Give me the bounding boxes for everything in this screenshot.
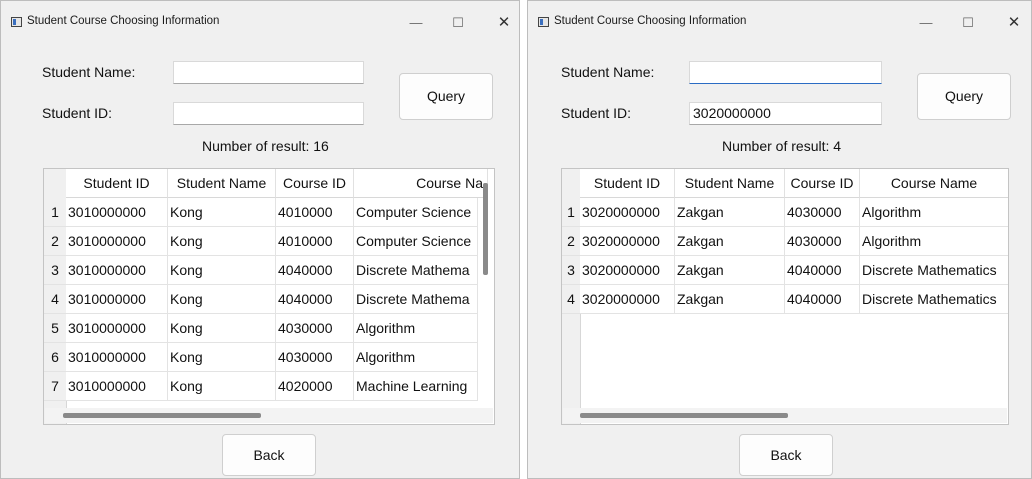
cell-course-id[interactable]: 4030000 [785, 227, 860, 256]
maximize-button[interactable]: ☐ [441, 9, 475, 37]
right-window: Student Course Choosing Information — ☐ … [527, 0, 1032, 479]
cell-student-name[interactable]: Zakgan [675, 227, 785, 256]
cell-course-id[interactable]: 4030000 [785, 198, 860, 227]
cell-course-name[interactable]: Algorithm [354, 343, 478, 372]
cell-course-name[interactable]: Discrete Mathema [354, 285, 478, 314]
cell-student-id[interactable]: 3020000000 [580, 227, 675, 256]
cell-course-name[interactable]: Algorithm [860, 227, 1008, 256]
cell-student-name[interactable]: Zakgan [675, 198, 785, 227]
row-number: 1 [44, 198, 66, 227]
cell-course-id[interactable]: 4040000 [785, 256, 860, 285]
cell-course-name[interactable]: Discrete Mathematics [860, 256, 1008, 285]
column-header-student-id[interactable]: Student ID [580, 169, 675, 198]
column-header-student-name[interactable]: Student Name [168, 169, 276, 198]
cell-student-id[interactable]: 3020000000 [580, 285, 675, 314]
query-button[interactable]: Query [399, 73, 493, 120]
horizontal-scrollbar[interactable] [563, 408, 1007, 423]
result-count: Number of result: 16 [202, 138, 329, 154]
cell-course-id[interactable]: 4010000 [276, 227, 354, 256]
cell-student-name[interactable]: Kong [168, 198, 276, 227]
cell-student-id[interactable]: 3010000000 [66, 227, 168, 256]
student-name-input[interactable] [173, 61, 364, 84]
vertical-scroll-thumb[interactable] [483, 183, 488, 275]
app-window-icon [11, 17, 22, 27]
column-header-course-name[interactable]: Course Na [354, 169, 488, 198]
results-table[interactable]: Student ID Student Name Course ID Course… [43, 168, 495, 425]
column-header-course-id[interactable]: Course ID [276, 169, 354, 198]
cell-course-id[interactable]: 4040000 [785, 285, 860, 314]
cell-course-name[interactable]: Discrete Mathematics [860, 285, 1008, 314]
cell-course-name[interactable]: Algorithm [354, 314, 478, 343]
close-button[interactable]: ✕ [487, 9, 519, 37]
cell-course-id[interactable]: 4020000 [276, 372, 354, 401]
row-number: 4 [44, 285, 66, 314]
student-id-label: Student ID: [42, 105, 113, 121]
student-id-label: Student ID: [561, 105, 632, 121]
cell-student-name[interactable]: Kong [168, 285, 276, 314]
query-button[interactable]: Query [917, 73, 1011, 120]
cell-student-name[interactable]: Kong [168, 372, 276, 401]
cell-student-name[interactable]: Zakgan [675, 285, 785, 314]
cell-student-id[interactable]: 3020000000 [580, 198, 675, 227]
row-number: 6 [44, 343, 66, 372]
result-count: Number of result: 4 [722, 138, 842, 154]
cell-course-id[interactable]: 4010000 [276, 198, 354, 227]
cell-course-id[interactable]: 4030000 [276, 314, 354, 343]
minimize-button[interactable]: — [399, 9, 433, 37]
left-titlebar[interactable]: Student Course Choosing Information — ☐ … [1, 1, 519, 41]
column-header-course-id[interactable]: Course ID [785, 169, 860, 198]
cell-course-name[interactable]: Machine Learning [354, 372, 478, 401]
cell-student-name[interactable]: Kong [168, 314, 276, 343]
cell-course-id[interactable]: 4040000 [276, 256, 354, 285]
cell-student-id[interactable]: 3010000000 [66, 198, 168, 227]
student-name-label: Student Name: [561, 64, 655, 80]
results-table[interactable]: Student ID Student Name Course ID Course… [561, 168, 1009, 425]
horizontal-scroll-thumb[interactable] [63, 413, 261, 418]
cell-course-name[interactable]: Computer Science [354, 227, 478, 256]
student-id-input[interactable] [173, 102, 364, 125]
cell-student-id[interactable]: 3010000000 [66, 314, 168, 343]
cell-course-name[interactable]: Computer Science [354, 198, 478, 227]
right-titlebar[interactable]: Student Course Choosing Information — ☐ … [528, 1, 1031, 41]
row-number: 5 [44, 314, 66, 343]
minimize-button[interactable]: — [909, 9, 943, 37]
cell-course-name[interactable]: Discrete Mathema [354, 256, 478, 285]
column-header-student-name[interactable]: Student Name [675, 169, 785, 198]
row-number: 7 [44, 372, 66, 401]
student-id-input[interactable]: 3020000000 [689, 102, 882, 125]
cell-student-id[interactable]: 3010000000 [66, 372, 168, 401]
row-number: 2 [562, 227, 580, 256]
cell-student-name[interactable]: Kong [168, 256, 276, 285]
cell-student-name[interactable]: Zakgan [675, 256, 785, 285]
row-number: 3 [44, 256, 66, 285]
cell-course-name[interactable]: Algorithm [860, 198, 1008, 227]
row-number: 2 [44, 227, 66, 256]
left-window: Student Course Choosing Information — ☐ … [0, 0, 520, 479]
row-number: 1 [562, 198, 580, 227]
student-name-label: Student Name: [42, 64, 136, 80]
row-number: 3 [562, 256, 580, 285]
cell-student-id[interactable]: 3020000000 [580, 256, 675, 285]
cell-student-name[interactable]: Kong [168, 227, 276, 256]
maximize-button[interactable]: ☐ [951, 9, 985, 37]
cell-student-name[interactable]: Kong [168, 343, 276, 372]
column-header-student-id[interactable]: Student ID [66, 169, 168, 198]
back-button[interactable]: Back [222, 434, 316, 476]
cell-student-id[interactable]: 3010000000 [66, 285, 168, 314]
row-number: 4 [562, 285, 580, 314]
window-title: Student Course Choosing Information [554, 15, 747, 27]
horizontal-scrollbar[interactable] [45, 408, 493, 423]
window-title: Student Course Choosing Information [27, 15, 220, 27]
horizontal-scroll-thumb[interactable] [580, 413, 788, 418]
app-window-icon [538, 17, 549, 27]
close-button[interactable]: ✕ [997, 9, 1031, 37]
student-name-input[interactable] [689, 61, 882, 84]
cell-course-id[interactable]: 4040000 [276, 285, 354, 314]
back-button[interactable]: Back [739, 434, 833, 476]
cell-student-id[interactable]: 3010000000 [66, 343, 168, 372]
cell-student-id[interactable]: 3010000000 [66, 256, 168, 285]
cell-course-id[interactable]: 4030000 [276, 343, 354, 372]
column-header-course-name[interactable]: Course Name [860, 169, 1008, 198]
